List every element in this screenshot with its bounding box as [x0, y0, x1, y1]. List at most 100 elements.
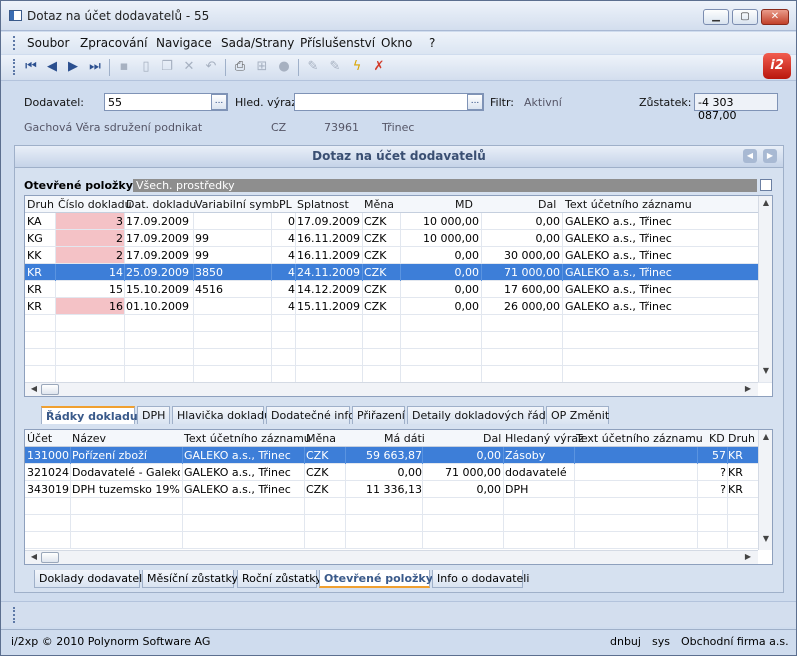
open-items-header: Druh Číslo dokladu Dat. dokladu Variabil… — [25, 196, 772, 213]
undo-icon[interactable]: ↶ — [203, 59, 219, 75]
col-variabilni-symbol[interactable]: Variabilní symb. — [195, 198, 283, 211]
cell-mena: CZK — [306, 466, 329, 479]
col-text-zaznamu-2[interactable]: Text účetního záznamu — [576, 432, 703, 445]
open-items-row[interactable]: KR 16 01.10.2009 4 15.11.2009 CZK 0,00 26 000,0… — [25, 298, 772, 315]
open-items-row[interactable]: KG 2 17.09.2009 99 4 16.11.2009 CZK 10 000,00 0,… — [25, 230, 772, 247]
search-lookup-button[interactable]: ... — [467, 94, 483, 110]
dodavatel-lookup-button[interactable]: ... — [211, 94, 227, 110]
col-dal[interactable]: Dal — [483, 432, 501, 445]
open-items-vscroll[interactable]: ▲ ▼ — [758, 196, 772, 382]
col-dat-dokladu[interactable]: Dat. dokladu — [126, 198, 196, 211]
edit-pen-icon[interactable]: ✎ — [305, 59, 321, 75]
menu-help[interactable]: ? — [429, 36, 435, 50]
col-kd[interactable]: KD — [709, 432, 725, 445]
document-lines-hscroll[interactable]: ◀ ▶ — [25, 550, 758, 564]
menu-okno[interactable]: Okno — [381, 36, 412, 50]
open-items-row[interactable]: KR 15 15.10.2009 4516 4 14.12.2009 CZK 0,00 17 6… — [25, 281, 772, 298]
col-text-zaznamu[interactable]: Text účetního záznamu — [184, 432, 311, 445]
col-hledany-vyraz[interactable]: Hledaný výraz — [505, 432, 584, 445]
tab-radky-dokladu[interactable]: Řádky dokladu — [41, 406, 138, 424]
menu-zpracovani[interactable]: Zpracování — [80, 36, 147, 50]
panel-prev-icon[interactable]: ◀ — [743, 149, 757, 163]
search-input[interactable] — [294, 93, 484, 111]
cell-vs: 99 — [195, 232, 209, 245]
maximize-button[interactable]: ▢ — [732, 9, 758, 25]
open-items-row[interactable]: KR 14 25.09.2009 3850 4 24.11.2009 CZK 0,00 71 0… — [25, 264, 772, 281]
cell-splatnost: 16.11.2009 — [297, 232, 360, 245]
tools-icon[interactable]: ✗ — [371, 59, 387, 75]
minimize-button[interactable]: ▁ — [703, 9, 729, 25]
open-items-row[interactable]: KK 2 17.09.2009 99 4 16.11.2009 CZK 0,00 30 000,… — [25, 247, 772, 264]
menu-prislusenstvi[interactable]: Příslušenství — [300, 36, 375, 50]
tab-otevrene-polozky[interactable]: Otevřené položky — [319, 570, 433, 588]
grid-options-icon[interactable] — [760, 179, 772, 191]
col-mena[interactable]: Měna — [364, 198, 394, 211]
print-icon[interactable]: ⎙ — [232, 59, 248, 75]
open-items-row[interactable] — [25, 366, 772, 383]
toolbar: ⏮ ◀ ▶ ⏭ ▪ ▯ ❐ ✕ ↶ ⎙ ⊞ ● ✎ ✎ ϟ ✗ — [1, 55, 796, 81]
filtr-label: Filtr: — [490, 96, 514, 109]
open-items-row[interactable] — [25, 332, 772, 349]
copy-icon[interactable]: ❐ — [159, 59, 175, 75]
col-nazev[interactable]: Název — [72, 432, 106, 445]
settings-icon[interactable]: ● — [276, 59, 292, 75]
col-ma-dati[interactable]: Má dáti — [384, 432, 425, 445]
cell-cislo: 14 — [109, 266, 123, 279]
tab-info-o-dodavateli[interactable]: Info o dodavateli — [432, 570, 529, 588]
cell-datum: 17.09.2009 — [126, 249, 189, 262]
tab-detaily-radku[interactable]: Detaily dokladových řádků — [407, 406, 559, 424]
panel-next-icon[interactable]: ▶ — [763, 149, 777, 163]
previous-record-icon[interactable]: ◀ — [44, 59, 60, 75]
next-record-icon[interactable]: ▶ — [65, 59, 81, 75]
last-record-icon[interactable]: ⏭ — [87, 59, 103, 75]
cell-cislo: 2 — [116, 249, 123, 262]
tab-dodatecne-info[interactable]: Dodatečné info — [266, 406, 355, 424]
col-splatnost[interactable]: Splatnost — [297, 198, 349, 211]
cell-md: 0,00 — [454, 249, 480, 262]
cell-dal: 0,00 — [535, 232, 561, 245]
menu-navigace[interactable]: Navigace — [156, 36, 212, 50]
document-line-row[interactable] — [25, 532, 772, 549]
open-items-row[interactable] — [25, 349, 772, 366]
menu-soubor[interactable]: Soubor — [27, 36, 69, 50]
first-record-icon[interactable]: ⏮ — [23, 59, 39, 75]
col-dal[interactable]: Dal — [538, 198, 556, 211]
tree-icon[interactable]: ⊞ — [254, 59, 270, 75]
delete-icon[interactable]: ✕ — [181, 59, 197, 75]
col-text[interactable]: Text účetního záznamu — [565, 198, 692, 211]
col-pl[interactable]: PL — [279, 198, 292, 211]
open-items-row[interactable] — [25, 315, 772, 332]
save-icon[interactable]: ▪ — [116, 59, 132, 75]
tab-prirazeni[interactable]: Přiřazení — [352, 406, 405, 424]
edit-pen-2-icon[interactable]: ✎ — [327, 59, 343, 75]
tab-hlavicka-dokladu[interactable]: Hlavička dokladu — [172, 406, 271, 424]
document-line-row[interactable] — [25, 515, 772, 532]
tab-doklady-dodavatele[interactable]: Doklady dodavatele — [34, 570, 149, 588]
document-line-row[interactable]: 343019 DPH tuzemsko 19% GALEKO a.s., Třine… — [25, 481, 772, 498]
new-document-icon[interactable]: ▯ — [138, 59, 154, 75]
document-line-row[interactable] — [25, 498, 772, 515]
menu-sada-strany[interactable]: Sada/Strany — [221, 36, 294, 50]
lightning-icon[interactable]: ϟ — [349, 59, 365, 75]
cell-hledany: Zásoby — [505, 449, 546, 462]
col-ucet[interactable]: Účet — [27, 432, 52, 445]
col-druh[interactable]: Druh — [27, 198, 54, 211]
dodavatel-input[interactable]: 55 — [104, 93, 228, 111]
open-items-hscroll[interactable]: ◀ ▶ — [25, 382, 758, 396]
col-druh[interactable]: Druh — [728, 432, 755, 445]
tab-dph[interactable]: DPH — [137, 406, 170, 424]
cell-dal: 30 000,00 — [504, 249, 560, 262]
tab-rocni-zustatky[interactable]: Roční zůstatky — [237, 570, 322, 588]
cell-pl: 4 — [288, 300, 295, 313]
document-lines-vscroll[interactable]: ▲ ▼ — [758, 430, 772, 550]
col-cislo-dokladu[interactable]: Číslo dokladu — [58, 198, 132, 211]
col-md[interactable]: MD — [455, 198, 473, 211]
open-items-row[interactable]: KA 3 17.09.2009 0 17.09.2009 CZK 10 000,00 0,00… — [25, 213, 772, 230]
tab-mesicni-zustatky[interactable]: Měsíční zůstatky — [142, 570, 238, 588]
filtr-value[interactable]: Aktivní — [524, 96, 562, 109]
close-button[interactable]: ✕ — [761, 9, 789, 25]
document-line-row[interactable]: 321024 Dodavatelé - Galeko GALEKO a.s., Tř… — [25, 464, 772, 481]
tab-op-zmenit[interactable]: OP Změnit — [546, 406, 609, 424]
col-mena[interactable]: Měna — [306, 432, 336, 445]
document-line-row[interactable]: 131000 Pořízení zboží GALEKO a.s., Třinec C… — [25, 447, 772, 464]
